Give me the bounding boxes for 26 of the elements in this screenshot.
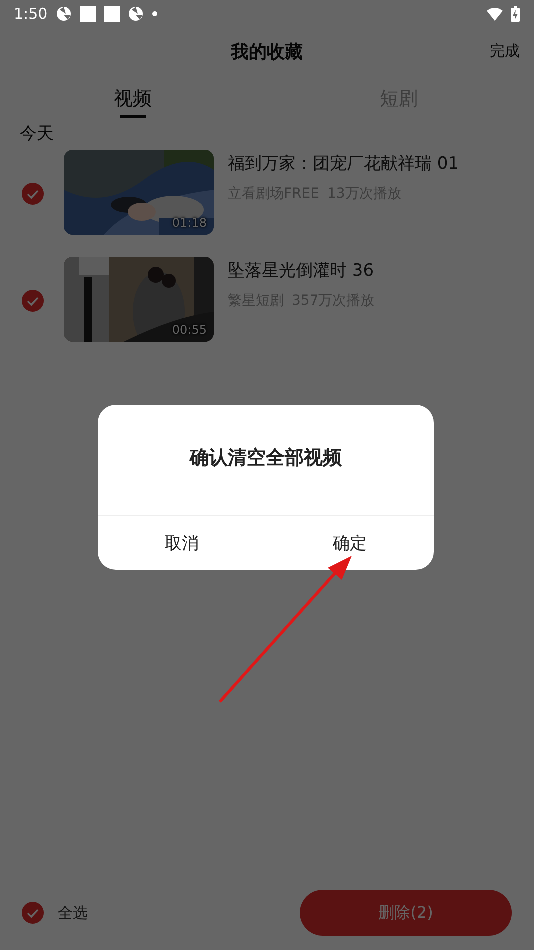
checkbox[interactable] xyxy=(22,290,44,312)
checkbox[interactable] xyxy=(22,183,44,205)
check-icon xyxy=(27,296,39,306)
tab[interactable]: 视频 xyxy=(0,76,266,120)
done-button[interactable]: 完成 xyxy=(490,42,520,61)
square-icon xyxy=(104,6,120,22)
video-duration: 00:55 xyxy=(172,323,207,337)
video-title: 福到万家：团宠厂花献祥瑞 01 xyxy=(228,153,460,175)
status-time: 1:50 xyxy=(14,5,48,23)
dialog-button[interactable]: 取消 xyxy=(98,516,266,570)
select-all-checkbox[interactable]: 全选 xyxy=(22,902,88,924)
battery-icon xyxy=(511,6,520,22)
aperture-icon xyxy=(56,6,72,22)
video-duration: 01:18 xyxy=(172,216,207,230)
page-title: 我的收藏 xyxy=(231,41,303,64)
check-icon xyxy=(27,908,39,918)
dialog-button[interactable]: 确定 xyxy=(266,516,434,570)
dialog-message: 确认清空全部视频 xyxy=(190,446,342,471)
wifi-icon xyxy=(487,8,503,20)
section-heading: 今天 xyxy=(19,123,55,146)
delete-button[interactable]: 删除(2) xyxy=(300,890,512,936)
check-icon xyxy=(27,190,39,198)
video-title: 坠落星光倒灌时 36 xyxy=(228,260,375,282)
dot-icon xyxy=(152,11,158,17)
aperture-icon xyxy=(128,6,144,22)
square-icon xyxy=(80,6,96,22)
